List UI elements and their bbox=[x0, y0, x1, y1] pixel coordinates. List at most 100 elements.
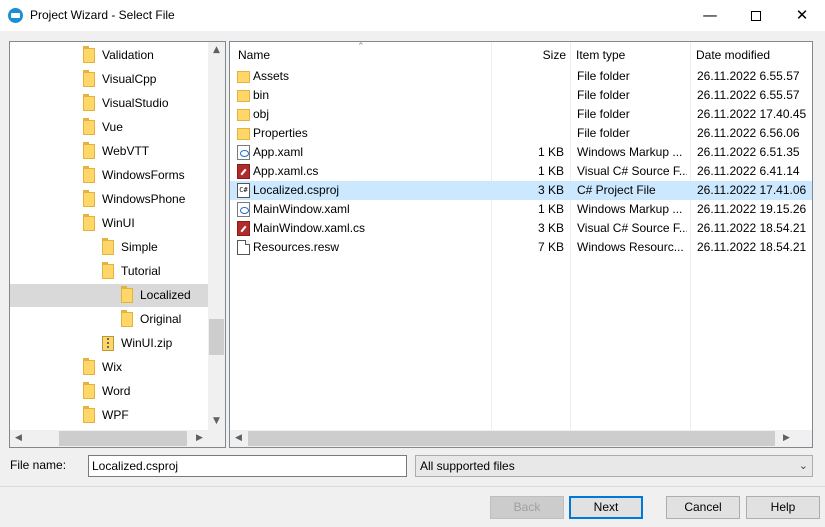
file-row[interactable]: obj File folder 26.11.2022 17.40.45 bbox=[230, 105, 812, 124]
tree-vertical-scrollbar[interactable]: ▲ ▼ bbox=[208, 42, 225, 430]
title-bar: Project Wizard - Select File — ✕ bbox=[0, 0, 825, 31]
folder-tree[interactable]: Validation VisualCpp VisualStudio Vue WebVTT… bbox=[9, 41, 226, 448]
tree-item[interactable]: WPF bbox=[10, 404, 208, 427]
tree-item[interactable]: WindowsForms bbox=[10, 164, 208, 187]
tree-item[interactable]: Original bbox=[10, 308, 208, 331]
tree-item-label: VisualStudio bbox=[102, 96, 169, 110]
scroll-corner bbox=[795, 430, 812, 447]
scroll-right-icon[interactable]: ▶ bbox=[778, 430, 795, 447]
folder-icon bbox=[83, 406, 95, 423]
folder-icon bbox=[83, 190, 95, 207]
tree-scroll-thumb[interactable] bbox=[209, 319, 224, 355]
cancel-button-label: Cancel bbox=[684, 500, 722, 514]
tree-item[interactable]: VisualStudio bbox=[10, 92, 208, 115]
file-name: bin bbox=[253, 88, 270, 102]
file-date: 26.11.2022 17.40.45 bbox=[697, 107, 807, 121]
folder-icon bbox=[83, 94, 95, 111]
file-type: File folder bbox=[577, 107, 630, 121]
tree-item[interactable]: WebVTT bbox=[10, 140, 208, 163]
close-button[interactable]: ✕ bbox=[779, 0, 825, 31]
back-button-label: Back bbox=[513, 500, 541, 514]
tree-item[interactable]: Validation bbox=[10, 44, 208, 67]
file-row[interactable]: C# Localized.csproj 3 KB C# Project File 26.… bbox=[230, 181, 812, 200]
tree-hscroll-thumb[interactable] bbox=[59, 431, 187, 446]
file-name: MainWindow.xaml.cs bbox=[253, 221, 366, 235]
maximize-button[interactable] bbox=[733, 0, 779, 31]
list-hscroll-thumb[interactable] bbox=[248, 431, 775, 446]
tree-item[interactable]: VisualCpp bbox=[10, 68, 208, 91]
column-header-name[interactable]: Name bbox=[232, 42, 492, 69]
tree-item-label: Validation bbox=[102, 48, 154, 62]
scroll-up-icon[interactable]: ▲ bbox=[208, 42, 225, 59]
folder-icon bbox=[121, 286, 133, 303]
file-date: 26.11.2022 17.41.06 bbox=[697, 183, 807, 197]
tree-item[interactable]: Simple bbox=[10, 236, 208, 259]
folder-icon bbox=[83, 358, 95, 375]
help-button-label: Help bbox=[770, 500, 796, 514]
maximize-icon bbox=[751, 10, 761, 21]
tree-item[interactable]: Word bbox=[10, 380, 208, 403]
minimize-button[interactable]: — bbox=[687, 0, 733, 31]
folder-icon bbox=[83, 214, 95, 231]
file-type: File folder bbox=[577, 88, 630, 102]
tree-item-label: Wix bbox=[102, 360, 122, 374]
file-date: 26.11.2022 19.15.26 bbox=[697, 202, 807, 216]
tree-item[interactable]: Localized bbox=[10, 284, 208, 307]
tree-item[interactable]: WinUI bbox=[10, 212, 208, 235]
scroll-left-icon[interactable]: ◀ bbox=[10, 430, 27, 447]
folder-icon bbox=[83, 166, 95, 183]
tree-item-label: Vue bbox=[102, 120, 123, 134]
column-header-date[interactable]: Date modified bbox=[690, 42, 812, 69]
folder-icon bbox=[237, 90, 250, 102]
file-row[interactable]: bin File folder 26.11.2022 6.55.57 bbox=[230, 86, 812, 105]
scroll-down-icon[interactable]: ▼ bbox=[208, 413, 225, 430]
back-button[interactable]: Back bbox=[490, 496, 564, 519]
column-header-type[interactable]: Item type bbox=[570, 42, 690, 69]
folder-icon bbox=[83, 46, 95, 63]
file-type: Visual C# Source F... bbox=[577, 221, 687, 235]
file-name: App.xaml.cs bbox=[253, 164, 319, 178]
next-button[interactable]: Next bbox=[569, 496, 643, 519]
file-row[interactable]: Resources.resw 7 KB Windows Resourc... 26.1… bbox=[230, 238, 812, 257]
file-row[interactable]: App.xaml.cs 1 KB Visual C# Source F... 26.1… bbox=[230, 162, 812, 181]
column-header-size[interactable]: Size bbox=[492, 42, 570, 69]
scroll-left-icon[interactable]: ◀ bbox=[230, 430, 247, 447]
tree-item-label: WindowsForms bbox=[102, 168, 185, 182]
tree-item[interactable]: Wix bbox=[10, 356, 208, 379]
cancel-button[interactable]: Cancel bbox=[666, 496, 740, 519]
filename-input[interactable]: Localized.csproj bbox=[88, 455, 407, 477]
file-type: Windows Resourc... bbox=[577, 240, 684, 254]
tree-item[interactable]: WindowsPhone bbox=[10, 188, 208, 211]
scroll-right-icon[interactable]: ▶ bbox=[191, 430, 208, 447]
folder-icon bbox=[83, 382, 95, 399]
app-icon bbox=[8, 8, 23, 23]
list-horizontal-scrollbar[interactable]: ◀ ▶ bbox=[230, 430, 795, 447]
file-size: 3 KB bbox=[537, 183, 564, 197]
file-type: Windows Markup ... bbox=[577, 202, 683, 216]
file-row[interactable]: App.xaml 1 KB Windows Markup ... 26.11.2022… bbox=[230, 143, 812, 162]
file-row[interactable]: MainWindow.xaml.cs 3 KB Visual C# Source F… bbox=[230, 219, 812, 238]
tree-horizontal-scrollbar[interactable]: ◀ ▶ bbox=[10, 430, 208, 447]
tree-item-label: Localized bbox=[140, 288, 191, 302]
folder-icon bbox=[237, 71, 250, 83]
tree-item[interactable]: Tutorial bbox=[10, 260, 208, 283]
resw-file-icon bbox=[237, 240, 250, 255]
tree-item[interactable]: Vue bbox=[10, 116, 208, 139]
file-row[interactable]: MainWindow.xaml 1 KB Windows Markup ... 26.… bbox=[230, 200, 812, 219]
file-date: 26.11.2022 6.55.57 bbox=[697, 88, 800, 102]
file-type-filter[interactable]: All supported files ⌄ bbox=[415, 455, 813, 477]
file-row[interactable]: Properties File folder 26.11.2022 6.56.06 bbox=[230, 124, 812, 143]
filter-value: All supported files bbox=[420, 459, 515, 473]
file-list[interactable]: ⌃ Name Size Item type Date modified Asse… bbox=[229, 41, 813, 448]
file-name: obj bbox=[253, 107, 270, 121]
folder-icon bbox=[83, 142, 95, 159]
folder-icon bbox=[237, 128, 250, 140]
file-date: 26.11.2022 18.54.21 bbox=[697, 221, 807, 235]
tree-item[interactable]: WinUI.zip bbox=[10, 332, 208, 355]
zip-icon bbox=[102, 336, 114, 351]
file-size: 7 KB bbox=[537, 240, 564, 254]
file-name: Resources.resw bbox=[253, 240, 340, 254]
help-button[interactable]: Help bbox=[746, 496, 820, 519]
file-row[interactable]: Assets File folder 26.11.2022 6.55.57 bbox=[230, 67, 812, 86]
file-size: 3 KB bbox=[537, 221, 564, 235]
